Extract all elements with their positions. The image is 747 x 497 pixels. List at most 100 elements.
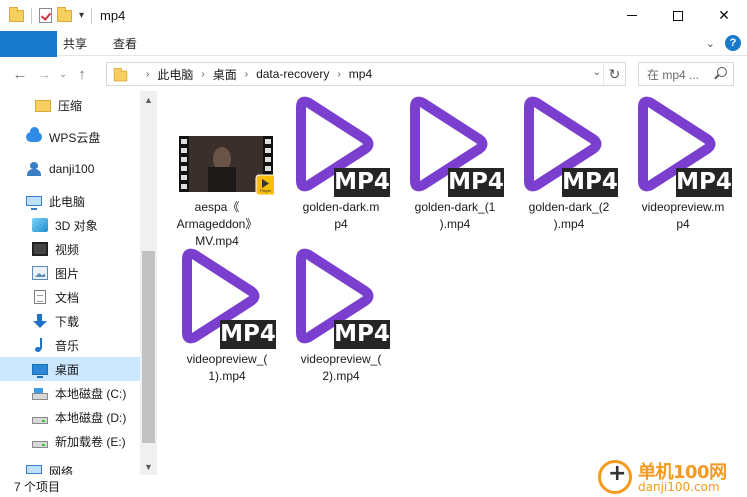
file-name-line: ).mp4: [553, 217, 585, 231]
scroll-up-arrow-icon[interactable]: ▲: [140, 91, 157, 108]
document-icon: [34, 290, 46, 304]
sidebar-item-desktop[interactable]: 桌面: [0, 357, 140, 381]
sidebar-item-music[interactable]: 音乐: [0, 333, 140, 357]
ribbon-right-controls: ⌄ ?: [706, 35, 741, 51]
file-name-line: p4: [334, 217, 348, 231]
file-item[interactable]: MP4 golden-dark_(2 ).mp4: [512, 93, 626, 243]
sidebar-item-videos[interactable]: 视频: [0, 237, 140, 261]
title-bar: ▾ mp4 ✕: [0, 0, 747, 31]
sidebar-item-danji100[interactable]: danji100: [0, 157, 140, 181]
file-item[interactable]: MP4 golden-dark_(1 ).mp4: [398, 93, 512, 243]
folder-icon[interactable]: [9, 6, 24, 22]
new-folder-icon[interactable]: [57, 6, 72, 22]
mp4-icon: MP4: [398, 93, 512, 197]
sidebar-item-label: 3D 对象: [55, 218, 98, 233]
window-controls: ✕: [609, 0, 747, 31]
file-item[interactable]: MP4 videopreview_( 1).mp4: [170, 245, 284, 395]
drive-icon: [32, 440, 48, 448]
mp4-badge-label: MP4: [220, 321, 276, 347]
file-name-line: videopreview.m: [641, 200, 725, 214]
forward-arrow-icon[interactable]: →: [32, 62, 56, 86]
drive-c-icon: [32, 387, 48, 400]
refresh-icon[interactable]: ↻: [603, 63, 625, 85]
customize-toolbar-dropdown-icon[interactable]: ▾: [79, 10, 84, 21]
recent-locations-chevron-icon[interactable]: ⌄: [56, 62, 70, 86]
sidebar-item-this-pc[interactable]: 此电脑: [0, 189, 140, 213]
sidebar-item-drive-c[interactable]: 本地磁盘 (C:): [0, 381, 140, 405]
minimize-button[interactable]: [609, 0, 655, 31]
player-badge-label: Player: [260, 188, 272, 193]
watermark-logo: 单机100网 danji100.com: [598, 456, 747, 497]
file-name-line: golden-dark_(2: [528, 200, 610, 214]
sidebar-item-pictures[interactable]: 图片: [0, 261, 140, 285]
scrollbar-thumb[interactable]: [142, 251, 155, 443]
sidebar-item-label: 本地磁盘 (D:): [55, 410, 127, 425]
sidebar-scrollbar[interactable]: ▲ ▼: [140, 91, 157, 475]
help-icon[interactable]: ?: [725, 35, 741, 51]
mp4-icon: MP4: [512, 93, 626, 197]
quick-access-toolbar: ▾: [0, 6, 94, 24]
breadcrumb-data-recovery[interactable]: data-recovery: [256, 67, 329, 81]
scroll-down-arrow-icon[interactable]: ▼: [140, 458, 157, 475]
close-button[interactable]: ✕: [701, 0, 747, 31]
music-icon: [32, 338, 48, 352]
properties-icon[interactable]: [39, 8, 52, 23]
up-arrow-icon[interactable]: ↑: [70, 62, 94, 86]
sidebar-item-wps-cloud[interactable]: WPS云盘: [0, 125, 140, 149]
item-count: 7 个项目: [14, 479, 61, 494]
file-item[interactable]: MP4 videopreview_( 2).mp4: [284, 245, 398, 395]
mp4-icon: MP4: [170, 245, 284, 349]
address-history-chevron-icon[interactable]: ⌄: [593, 67, 601, 78]
sidebar-item-3d-objects[interactable]: 3D 对象: [0, 213, 140, 237]
expand-ribbon-chevron-icon[interactable]: ⌄: [706, 37, 715, 50]
file-item[interactable]: MP4 videopreview.m p4: [626, 93, 740, 243]
window-title: mp4: [100, 8, 126, 23]
file-name-line: Armageddon》: [176, 217, 258, 231]
chevron-right-icon[interactable]: ›: [337, 69, 340, 80]
sidebar-item-network[interactable]: 网络: [0, 461, 140, 475]
mp4-badge-label: MP4: [676, 169, 732, 195]
sidebar-item-drive-d[interactable]: 本地磁盘 (D:): [0, 405, 140, 429]
mp4-badge-label: MP4: [448, 169, 504, 195]
watermark-url: danji100.com: [638, 480, 720, 494]
file-name-line: videopreview_(: [300, 352, 382, 366]
drive-icon: [32, 416, 48, 424]
file-name-line: videopreview_(: [186, 352, 268, 366]
search-input[interactable]: 在 mp4 ...: [638, 62, 734, 86]
search-icon: [717, 67, 727, 77]
maximize-button[interactable]: [655, 0, 701, 31]
chevron-right-icon[interactable]: ›: [146, 69, 149, 80]
sidebar-item-label: 桌面: [55, 362, 80, 377]
user-icon: [26, 162, 42, 176]
chevron-right-icon[interactable]: ›: [201, 69, 204, 80]
address-bar[interactable]: › 此电脑 › 桌面 › data-recovery › mp4 ⌄ ↻: [106, 62, 626, 86]
breadcrumb-desktop[interactable]: 桌面: [213, 66, 237, 83]
navigation-bar: ← → ⌄ ↑ › 此电脑 › 桌面 › data-recovery › mp4…: [0, 57, 747, 91]
sidebar-item-zip[interactable]: 压缩: [0, 93, 140, 117]
sidebar-item-label: 视频: [55, 242, 80, 257]
sidebar-item-documents[interactable]: 文档: [0, 285, 140, 309]
breadcrumb-mp4[interactable]: mp4: [349, 67, 372, 81]
mp4-badge-label: MP4: [334, 321, 390, 347]
chevron-right-icon[interactable]: ›: [245, 69, 248, 80]
sidebar-item-drive-e[interactable]: 新加载卷 (E:): [0, 429, 140, 453]
computer-icon: [26, 196, 42, 210]
3d-objects-icon: [32, 218, 48, 232]
file-item[interactable]: MP4 golden-dark.m p4: [284, 93, 398, 243]
back-arrow-icon[interactable]: ←: [8, 62, 32, 86]
file-name-line: 2).mp4: [322, 369, 360, 383]
tab-view[interactable]: 查看: [100, 31, 150, 55]
minimize-icon: [627, 15, 637, 16]
tab-share[interactable]: 共享: [50, 31, 100, 55]
sidebar-item-label: 网络: [49, 465, 74, 475]
video-thumbnail: Player: [160, 93, 274, 197]
file-item[interactable]: Player aespa《 Armageddon》 MV.mp4: [160, 93, 274, 248]
separator: [31, 7, 32, 24]
breadcrumb-this-pc[interactable]: 此电脑: [157, 66, 193, 83]
file-name: aespa《 Armageddon》 MV.mp4: [162, 199, 272, 250]
file-name-line: p4: [676, 217, 690, 231]
file-name-line: ).mp4: [439, 217, 471, 231]
sidebar-item-downloads[interactable]: 下载: [0, 309, 140, 333]
sidebar-item-label: 音乐: [55, 338, 80, 353]
navigation-pane: 压缩 WPS云盘 danji100 此电脑 3D 对象 视频 图片 文档 下载 …: [0, 91, 157, 475]
